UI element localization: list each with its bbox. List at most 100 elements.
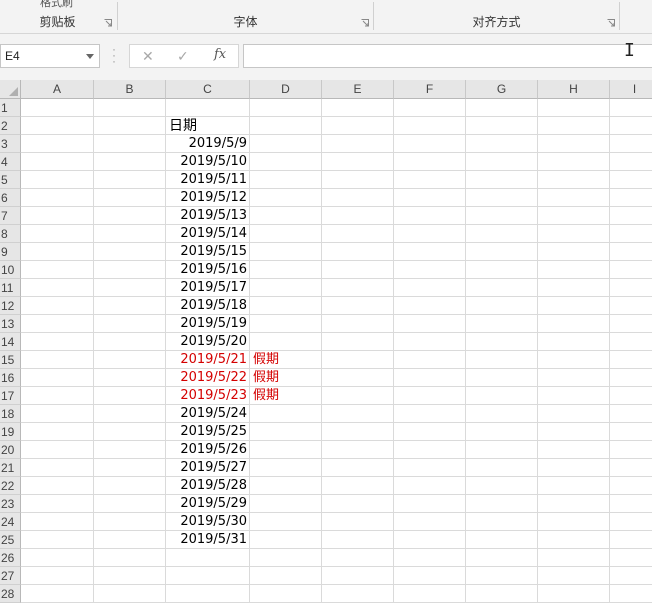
row-header-15[interactable]: 15 — [0, 351, 21, 369]
gridline — [21, 314, 652, 315]
column-header-e[interactable]: E — [322, 80, 394, 99]
row-header-22[interactable]: 22 — [0, 477, 21, 495]
date-cell[interactable]: 2019/5/16 — [166, 261, 247, 279]
row-header-10[interactable]: 10 — [0, 261, 21, 279]
date-cell[interactable]: 2019/5/30 — [166, 513, 247, 531]
date-cell[interactable]: 2019/5/13 — [166, 207, 247, 225]
gridline — [249, 99, 250, 603]
column-header-h[interactable]: H — [538, 80, 610, 99]
row-header-18[interactable]: 18 — [0, 405, 21, 423]
gridline — [21, 242, 652, 243]
date-cell[interactable]: 2019/5/9 — [166, 135, 247, 153]
date-cell[interactable]: 2019/5/24 — [166, 405, 247, 423]
row-header-17[interactable]: 17 — [0, 387, 21, 405]
row-header-5[interactable]: 5 — [0, 171, 21, 189]
date-cell[interactable]: 2019/5/25 — [166, 423, 247, 441]
row-header-21[interactable]: 21 — [0, 459, 21, 477]
formula-input[interactable] — [243, 44, 652, 68]
ribbon: 格式刷 剪贴板 字体 对齐方式 — [0, 0, 652, 34]
gridline — [21, 386, 652, 387]
date-cell[interactable]: 2019/5/11 — [166, 171, 247, 189]
holiday-label-cell[interactable]: 假期 — [253, 387, 279, 405]
date-cell[interactable]: 2019/5/19 — [166, 315, 247, 333]
gridline — [21, 260, 652, 261]
row-header-26[interactable]: 26 — [0, 549, 21, 567]
cell-c2-header[interactable]: 日期 — [169, 117, 197, 135]
row-header-24[interactable]: 24 — [0, 513, 21, 531]
dialog-launcher-icon[interactable] — [607, 19, 615, 27]
check-icon[interactable]: ✓ — [177, 48, 189, 65]
column-header-i[interactable]: I — [610, 80, 652, 99]
row-header-4[interactable]: 4 — [0, 153, 21, 171]
name-box[interactable]: E4 — [0, 44, 100, 68]
date-cell[interactable]: 2019/5/26 — [166, 441, 247, 459]
select-all-corner[interactable] — [0, 80, 21, 99]
insert-function-button[interactable]: fx — [214, 47, 226, 62]
row-header-2[interactable]: 2 — [0, 117, 21, 135]
more-options-icon[interactable]: · · · — [112, 43, 116, 67]
name-box-value: E4 — [5, 49, 20, 63]
column-header-c[interactable]: C — [166, 80, 250, 99]
date-cell[interactable]: 2019/5/27 — [166, 459, 247, 477]
ribbon-group-label: 剪贴板 — [39, 15, 76, 29]
date-cell[interactable]: 2019/5/14 — [166, 225, 247, 243]
gridline — [393, 99, 394, 603]
row-header-25[interactable]: 25 — [0, 531, 21, 549]
date-cell[interactable]: 2019/5/12 — [166, 189, 247, 207]
gridline — [21, 332, 652, 333]
ribbon-group-font: 字体 — [118, 0, 373, 33]
close-icon[interactable]: ✕ — [142, 48, 154, 65]
gridline — [21, 170, 652, 171]
spreadsheet-grid[interactable]: A B C D E F G H I 1 2 3 4 5 6 7 8 9 10 11 12 13 14 15 16 17 18 19 20… — [0, 80, 652, 603]
formula-bar: E4 · · · ✕ ✓ fx — [0, 34, 652, 80]
row-header-27[interactable]: 27 — [0, 567, 21, 585]
gridline — [609, 99, 610, 603]
row-header-28[interactable]: 28 — [0, 585, 21, 603]
dialog-launcher-icon[interactable] — [104, 19, 112, 27]
gridline — [21, 368, 652, 369]
holiday-label-cell[interactable]: 假期 — [253, 351, 279, 369]
date-cell[interactable]: 2019/5/17 — [166, 279, 247, 297]
row-header-16[interactable]: 16 — [0, 369, 21, 387]
column-header-g[interactable]: G — [466, 80, 538, 99]
date-cell[interactable]: 2019/5/10 — [166, 153, 247, 171]
row-header-14[interactable]: 14 — [0, 333, 21, 351]
row-header-3[interactable]: 3 — [0, 135, 21, 153]
column-header-d[interactable]: D — [250, 80, 322, 99]
row-header-6[interactable]: 6 — [0, 189, 21, 207]
date-cell[interactable]: 2019/5/29 — [166, 495, 247, 513]
gridline — [21, 116, 652, 117]
row-header-1[interactable]: 1 — [0, 99, 21, 117]
date-cell[interactable]: 2019/5/28 — [166, 477, 247, 495]
ribbon-separator — [619, 2, 620, 30]
row-header-11[interactable]: 11 — [0, 279, 21, 297]
gridline — [21, 548, 652, 549]
text-cursor-icon: I — [624, 40, 635, 61]
column-header-b[interactable]: B — [94, 80, 166, 99]
column-header-a[interactable]: A — [21, 80, 94, 99]
date-cell[interactable]: 2019/5/21 — [166, 351, 247, 369]
date-cell[interactable]: 2019/5/18 — [166, 297, 247, 315]
row-header-23[interactable]: 23 — [0, 495, 21, 513]
row-header-19[interactable]: 19 — [0, 423, 21, 441]
row-header-12[interactable]: 12 — [0, 297, 21, 315]
row-header-8[interactable]: 8 — [0, 225, 21, 243]
date-cell[interactable]: 2019/5/15 — [166, 243, 247, 261]
row-header-9[interactable]: 9 — [0, 243, 21, 261]
row-header-7[interactable]: 7 — [0, 207, 21, 225]
gridline — [21, 206, 652, 207]
gridline — [21, 188, 652, 189]
dialog-launcher-icon[interactable] — [361, 19, 369, 27]
chevron-down-icon[interactable] — [86, 54, 94, 59]
date-cell[interactable]: 2019/5/22 — [166, 369, 247, 387]
gridline — [21, 530, 652, 531]
gridline — [21, 458, 652, 459]
column-header-f[interactable]: F — [394, 80, 466, 99]
row-header-20[interactable]: 20 — [0, 441, 21, 459]
date-cell[interactable]: 2019/5/31 — [166, 531, 247, 549]
holiday-label-cell[interactable]: 假期 — [253, 369, 279, 387]
date-cell[interactable]: 2019/5/23 — [166, 387, 247, 405]
row-header-13[interactable]: 13 — [0, 315, 21, 333]
ribbon-group-clipboard: 剪贴板 — [0, 0, 115, 33]
date-cell[interactable]: 2019/5/20 — [166, 333, 247, 351]
